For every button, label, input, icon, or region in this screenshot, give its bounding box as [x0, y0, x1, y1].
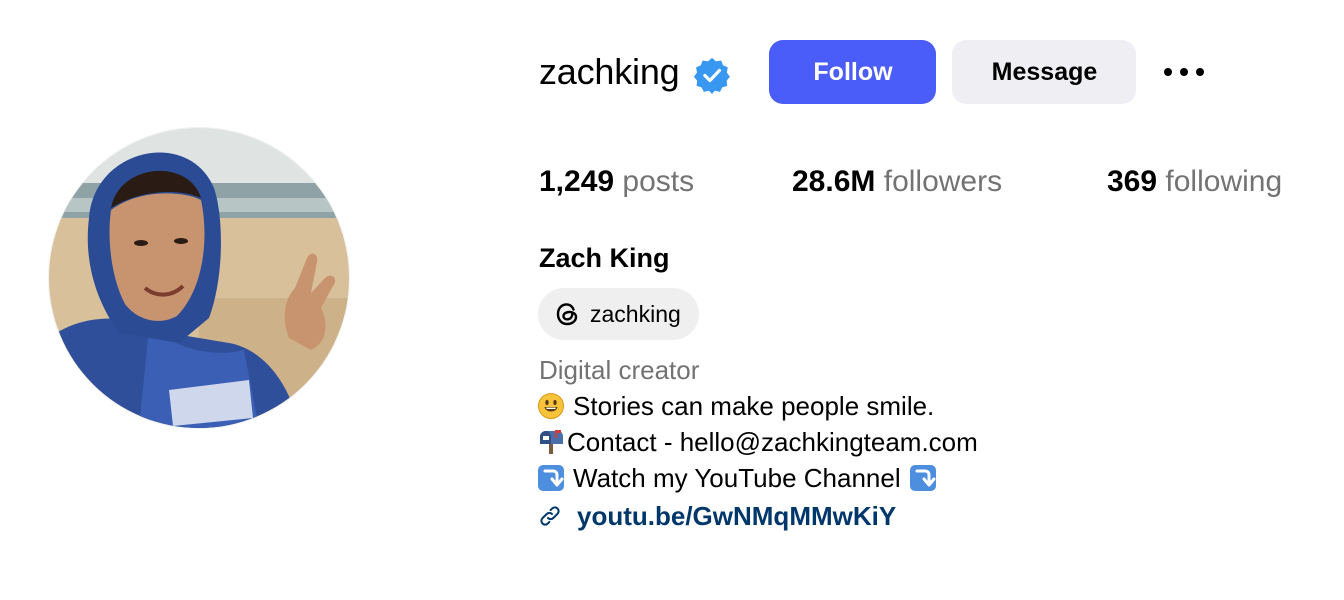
full-name: Zach King — [539, 243, 670, 273]
follow-button[interactable]: Follow — [769, 40, 937, 104]
verified-badge-icon — [693, 56, 731, 94]
profile-header: zachking Follow Message — [539, 40, 1207, 104]
following-value: 369 — [1107, 165, 1158, 198]
posts-label: posts — [622, 165, 695, 198]
username: zachking — [539, 51, 680, 92]
more-options-icon[interactable] — [1163, 40, 1207, 104]
posts-count[interactable]: 1,249 posts — [539, 160, 694, 204]
avatar-photo — [49, 128, 349, 428]
bio-line-1: Stories can make people smile. — [537, 388, 934, 424]
followers-value: 28.6M — [792, 165, 876, 198]
external-link[interactable]: youtu.be/GwNMqMMwKiY — [538, 498, 896, 534]
bio-line-2-text: Contact - hello@zachkingteam.com — [567, 427, 978, 457]
following-label: following — [1165, 165, 1283, 198]
bio-line-2: Contact - hello@zachkingteam.com — [537, 424, 978, 460]
followers-label: followers — [883, 165, 1003, 198]
posts-value: 1,249 — [539, 165, 615, 198]
message-button[interactable]: Message — [952, 40, 1137, 104]
mailbox-emoji-icon — [537, 428, 565, 456]
profile-avatar[interactable] — [49, 128, 349, 428]
threads-handle: zachking — [590, 301, 681, 327]
bio-line-1-text: Stories can make people smile. — [573, 391, 935, 421]
link-text[interactable]: youtu.be/GwNMqMMwKiY — [577, 498, 896, 534]
bio-line-3-text: Watch my YouTube Channel — [573, 463, 901, 493]
profile-page: zachking Follow Message 1,249 posts 28.6… — [0, 0, 1344, 600]
bio-line-3: Watch my YouTube Channel — [537, 460, 937, 496]
smiley-emoji-icon — [537, 392, 565, 420]
threads-badge[interactable]: zachking — [538, 288, 699, 340]
link-icon — [538, 504, 562, 528]
profile-category: Digital creator — [539, 355, 700, 385]
threads-icon — [552, 299, 582, 329]
followers-count[interactable]: 28.6M followers — [792, 160, 1002, 204]
following-count[interactable]: 369 following — [1107, 160, 1282, 204]
down-arrow-emoji-icon — [537, 464, 565, 492]
down-arrow-emoji-icon — [909, 464, 937, 492]
